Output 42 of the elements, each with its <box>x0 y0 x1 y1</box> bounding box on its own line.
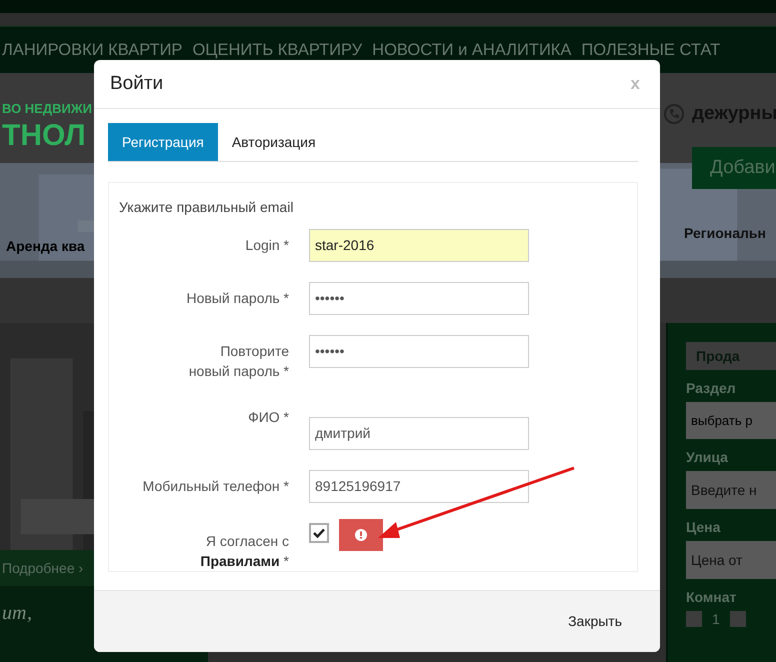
checkbox[interactable] <box>730 611 746 627</box>
input-field[interactable]: 89125196917 <box>309 470 529 503</box>
nav-link[interactable]: ПОЛЕЗНЫЕ СТАТ <box>581 40 720 60</box>
dialog-title: Войти <box>110 72 164 95</box>
add-button[interactable]: Добави <box>692 147 776 189</box>
phone-icon <box>664 104 684 124</box>
filter-label: Улица <box>686 449 729 465</box>
checkbox-label: 1 <box>712 611 720 627</box>
checkbox[interactable] <box>686 611 702 627</box>
site-tagline: ВО НЕДВИЖИ <box>1 101 92 116</box>
field-label: Новый пароль * <box>185 288 289 308</box>
category-caption[interactable]: Региональн <box>684 225 766 241</box>
filter-label: Цена <box>686 519 722 535</box>
site-logo: ТНОЛ <box>1 118 87 154</box>
input-field[interactable]: дмитрий <box>309 416 529 450</box>
nav-link[interactable]: ЛАНИРОВКИ КВАРТИР <box>2 40 182 60</box>
error-button[interactable] <box>339 518 383 551</box>
input-field[interactable]: •••••• <box>309 282 529 315</box>
alert-icon <box>355 528 367 541</box>
close-button[interactable]: Закрыть <box>568 607 622 636</box>
filter-label: Комнат <box>686 589 738 605</box>
nav-link[interactable]: НОВОСТИ и АНАЛИТИКА <box>372 40 572 60</box>
filter-label: Раздел <box>686 380 737 396</box>
input-field[interactable]: •••••• <box>309 334 529 368</box>
quote-text: ит, <box>1 602 32 624</box>
filter-select[interactable]: выбрать р <box>686 402 776 439</box>
notice-text: Укажите правильный email <box>119 198 294 215</box>
check-icon <box>313 528 325 538</box>
agreement-checkbox[interactable] <box>309 522 329 543</box>
category-caption[interactable]: Аренда ква <box>0 238 92 254</box>
tab[interactable]: Регистрация <box>108 122 218 161</box>
more-link[interactable]: Подробнее › <box>2 560 84 576</box>
tab[interactable]: Авторизация <box>218 122 330 161</box>
field-label: Мобильный телефон * <box>142 476 289 496</box>
field-label: ФИО * <box>247 408 289 427</box>
filter-input[interactable]: Цена от <box>686 541 776 579</box>
filter-input[interactable]: Введите н <box>686 471 776 509</box>
field-label: Login * <box>244 236 289 255</box>
agreement-label: Я согласен с Правилами* <box>199 532 289 571</box>
nav-link[interactable]: ОЦЕНИТЬ КВАРТИРУ <box>192 40 362 60</box>
field-label: Повторите новый пароль * <box>188 342 289 381</box>
input-field[interactable]: star-2016 <box>309 228 529 262</box>
